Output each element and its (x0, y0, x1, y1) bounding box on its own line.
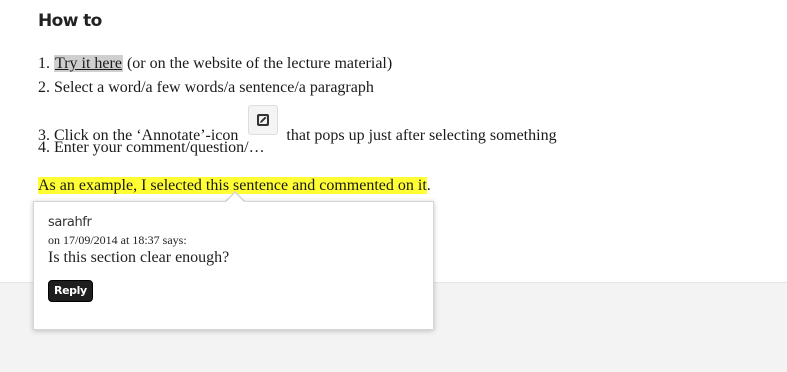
comment-body: Is this section clear enough? (48, 249, 230, 266)
page-heading: How to (38, 11, 102, 31)
step-1-text: (or on the website of the lecture materi… (122, 55, 393, 72)
try-it-here-link[interactable]: Try it here (54, 55, 123, 72)
reply-button[interactable]: Reply (48, 280, 93, 302)
popup-pointer (226, 193, 244, 202)
edit-square-icon (248, 105, 279, 135)
annotation-popup: sarahfr on 17/09/2014 at 18:37 says: Is … (33, 201, 434, 330)
step-1-number: 1. (38, 55, 54, 72)
comment-author: sarahfr (48, 215, 92, 230)
step-3-text-after: that pops up just after selecting someth… (286, 127, 557, 144)
comment-meta: on 17/09/2014 at 18:37 says: (48, 233, 187, 247)
example-tail: . (426, 177, 431, 194)
step-1: 1. Try it here (or on the website of the… (38, 54, 392, 74)
step-2: 2. Select a word/a few words/a sentence/… (38, 79, 374, 96)
step-4: 4. Enter your comment/question/… (38, 139, 265, 156)
